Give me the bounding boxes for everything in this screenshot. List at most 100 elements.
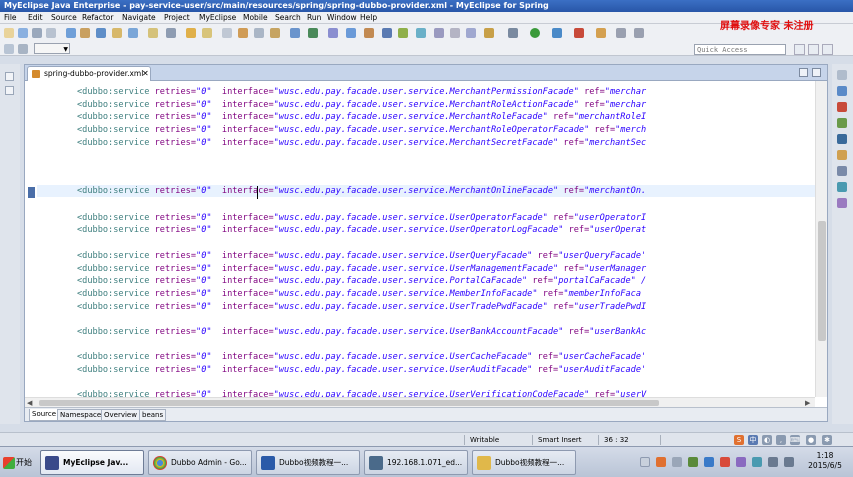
code-line[interactable]: <dubbo:service retries="0" interface="wu…	[77, 86, 646, 98]
code-line[interactable]: <dubbo:service retries="0" interface="wu…	[77, 301, 646, 313]
minimize-icon[interactable]	[799, 68, 808, 77]
deploy-icon[interactable]	[112, 28, 122, 38]
menu-myeclipse[interactable]: MyEclipse	[199, 12, 236, 24]
menu-search[interactable]: Search	[275, 12, 301, 24]
profile-icon[interactable]	[596, 28, 606, 38]
code-line[interactable]: <dubbo:service retries="0" interface="wu…	[77, 288, 641, 300]
console-view-icon[interactable]	[837, 134, 847, 144]
file-icon[interactable]	[222, 28, 232, 38]
code-line[interactable]: <dubbo:service retries="0" interface="wu…	[77, 111, 646, 123]
ime-chinese-icon[interactable]: 中	[748, 435, 758, 445]
taskbar-item-myeclipse[interactable]: MyEclipse Jav...	[40, 450, 144, 475]
ime-logo-icon[interactable]: S	[734, 435, 744, 445]
code-line[interactable]: <dubbo:service retries="0" interface="wu…	[77, 389, 646, 397]
restore-icon[interactable]	[5, 72, 14, 81]
menu-window[interactable]: Window	[327, 12, 357, 24]
perspective-combo[interactable]: ▼	[34, 43, 70, 54]
open-type-icon[interactable]	[66, 28, 76, 38]
outline-icon[interactable]	[290, 28, 300, 38]
horizontal-scrollbar[interactable]: ◀ ▶	[25, 397, 815, 407]
new-icon[interactable]	[4, 28, 14, 38]
vertical-scrollbar[interactable]	[815, 81, 827, 397]
star-icon[interactable]	[484, 28, 494, 38]
properties-view-icon[interactable]	[837, 166, 847, 176]
back-icon[interactable]	[616, 28, 626, 38]
menu-refactor[interactable]: Refactor	[82, 12, 113, 24]
run-icon[interactable]	[530, 28, 540, 38]
language-icon[interactable]	[640, 457, 650, 467]
tab-source[interactable]: Source	[29, 409, 60, 421]
search-icon[interactable]	[346, 28, 356, 38]
tray-arrow-icon[interactable]	[672, 457, 682, 467]
close-icon[interactable]: ✕	[142, 67, 149, 81]
save-icon[interactable]	[18, 28, 28, 38]
code-line[interactable]: <dubbo:service retries="0" interface="wu…	[37, 185, 815, 197]
stop-icon[interactable]	[574, 28, 584, 38]
volume-icon[interactable]	[784, 457, 794, 467]
tasks-view-icon[interactable]	[837, 118, 847, 128]
vertical-scroll-thumb[interactable]	[818, 221, 826, 341]
problems-view-icon[interactable]	[837, 102, 847, 112]
package-explorer-icon[interactable]	[5, 86, 14, 95]
quick-access-input[interactable]: Quick Access	[694, 44, 786, 55]
horizontal-scroll-thumb[interactable]	[39, 400, 659, 406]
code-line[interactable]: <dubbo:service retries="0" interface="wu…	[77, 224, 646, 236]
antivirus-tray-icon[interactable]	[720, 457, 730, 467]
code-line[interactable]: <dubbo:service retries="0" interface="wu…	[77, 275, 646, 287]
taskbar-item-folder[interactable]: Dubbo视频教程一...	[472, 450, 576, 475]
spring-perspective-icon[interactable]	[822, 44, 833, 55]
grid-icon[interactable]	[434, 28, 444, 38]
ime-punct-icon[interactable]: ,	[776, 435, 786, 445]
toggle-icon[interactable]	[18, 44, 28, 54]
ime-tray-icon[interactable]	[656, 457, 666, 467]
taskbar-item-word[interactable]: Dubbo视频教程一...	[256, 450, 360, 475]
menu-help[interactable]: Help	[360, 12, 377, 24]
code-line[interactable]: <dubbo:service retries="0" interface="wu…	[77, 124, 646, 136]
globe-icon[interactable]	[382, 28, 392, 38]
database-icon[interactable]	[128, 28, 138, 38]
archive-icon[interactable]	[270, 28, 280, 38]
taskbar-item-remote-desktop[interactable]: 192.168.1.071_ed...	[364, 450, 468, 475]
code-line[interactable]: <dubbo:service retries="0" interface="wu…	[77, 99, 646, 111]
web-icon[interactable]	[416, 28, 426, 38]
package-icon[interactable]	[202, 28, 212, 38]
pin-icon[interactable]	[4, 44, 14, 54]
menu-project[interactable]: Project	[164, 12, 190, 24]
restore-icon[interactable]	[837, 70, 847, 80]
maximize-icon[interactable]	[812, 68, 821, 77]
servers-view-icon[interactable]	[837, 150, 847, 160]
tab-beans[interactable]: beans	[139, 409, 167, 421]
page-icon[interactable]	[254, 28, 264, 38]
taskbar-item-chrome[interactable]: Dubbo Admin - Go...	[148, 450, 252, 475]
clock[interactable]: 1:18 2015/6/5	[800, 451, 850, 471]
code-line[interactable]: <dubbo:service retries="0" interface="wu…	[77, 212, 646, 224]
app-tray-icon[interactable]	[736, 457, 746, 467]
java-perspective-icon[interactable]	[808, 44, 819, 55]
ime-user-icon[interactable]: ●	[806, 435, 816, 445]
save-all-icon[interactable]	[32, 28, 42, 38]
code-line[interactable]: <dubbo:service retries="0" interface="wu…	[77, 250, 646, 262]
hierarchy-icon[interactable]	[328, 28, 338, 38]
folder-icon[interactable]	[186, 28, 196, 38]
code-line[interactable]: <dubbo:service retries="0" interface="wu…	[77, 326, 646, 338]
ime-settings-icon[interactable]: ✱	[822, 435, 832, 445]
tree-icon[interactable]	[308, 28, 318, 38]
layout-icon[interactable]	[466, 28, 476, 38]
perspective-button[interactable]	[794, 44, 805, 55]
edit-icon[interactable]	[148, 28, 158, 38]
search-view-icon[interactable]	[837, 182, 847, 192]
ime-moon-icon[interactable]: ◐	[762, 435, 772, 445]
wizard-icon[interactable]	[166, 28, 176, 38]
print-icon[interactable]	[46, 28, 56, 38]
security-tray-icon[interactable]	[688, 457, 698, 467]
code-line[interactable]: <dubbo:service retries="0" interface="wu…	[77, 364, 646, 376]
sync-tray-icon[interactable]	[752, 457, 762, 467]
monitor-tray-icon[interactable]	[768, 457, 778, 467]
outline-view-icon[interactable]	[837, 86, 847, 96]
menu-navigate[interactable]: Navigate	[122, 12, 156, 24]
link-icon[interactable]	[398, 28, 408, 38]
code-line[interactable]: <dubbo:service retries="0" interface="wu…	[77, 137, 646, 149]
build-icon[interactable]	[80, 28, 90, 38]
jar-icon[interactable]	[238, 28, 248, 38]
table-icon[interactable]	[450, 28, 460, 38]
